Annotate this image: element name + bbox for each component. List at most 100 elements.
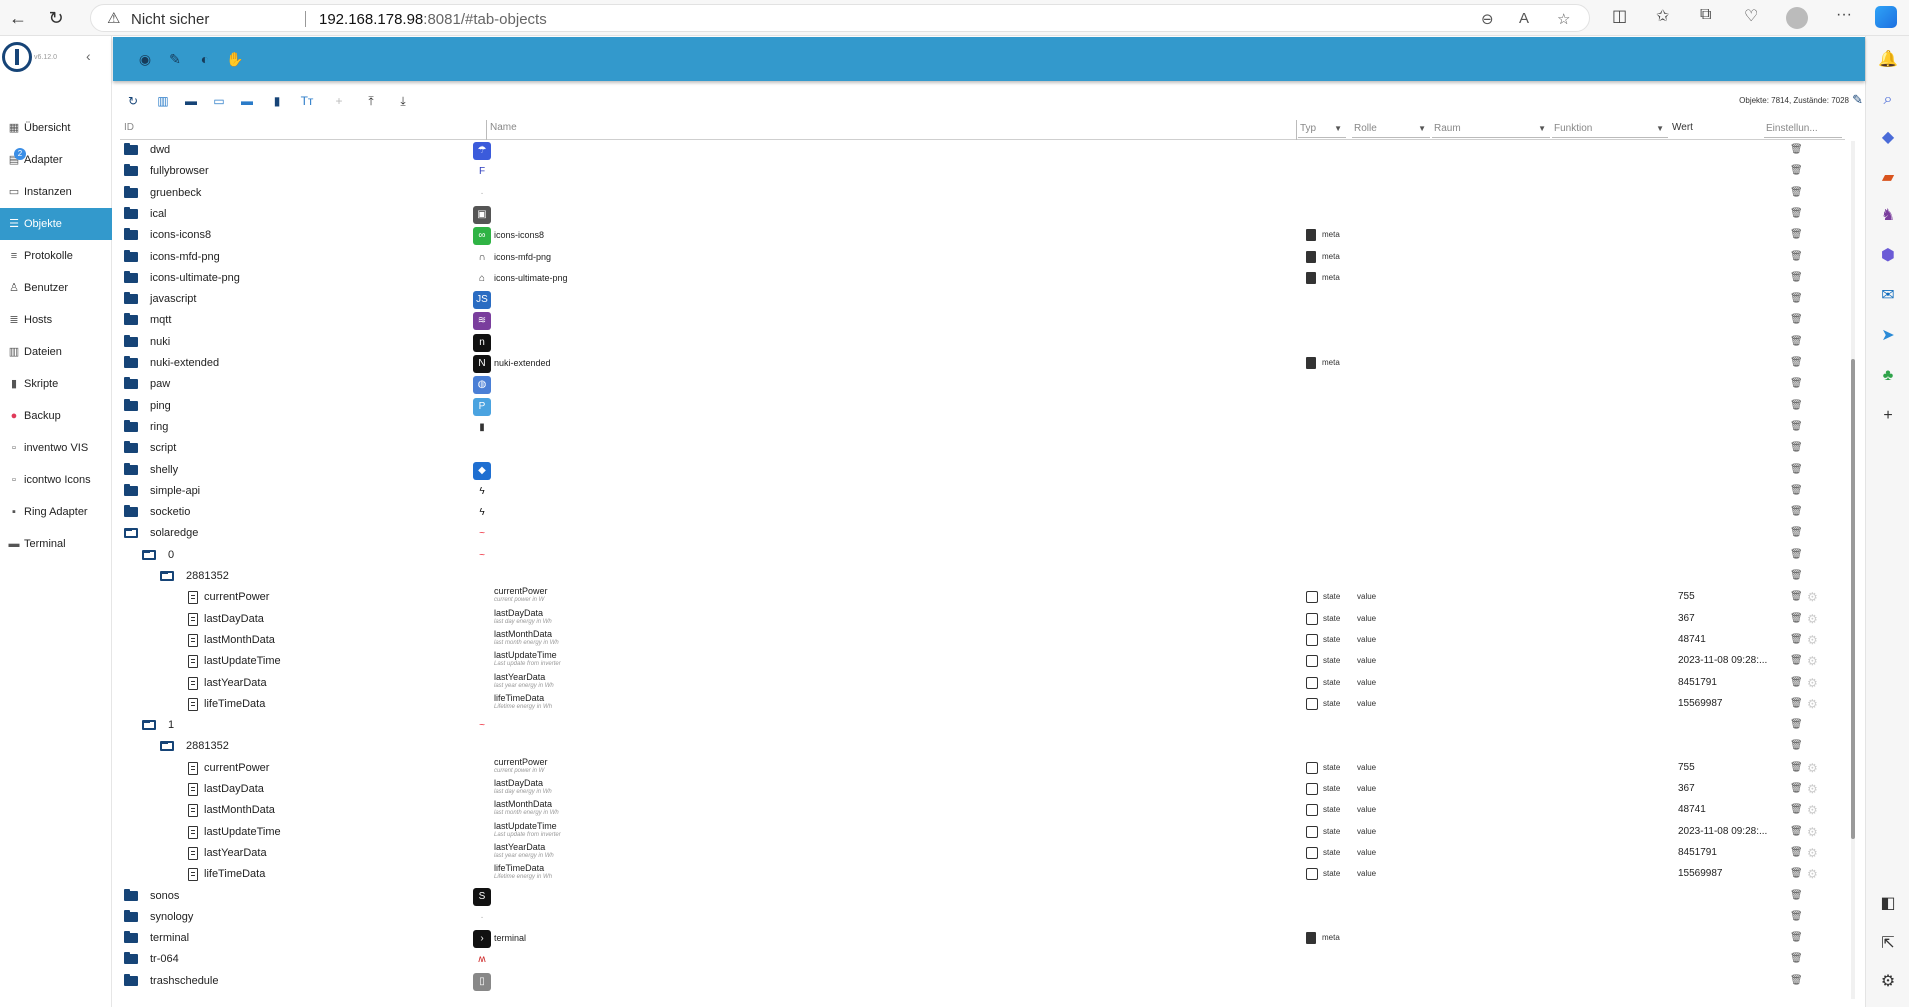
delete-icon[interactable]: 🗑 [1790,655,1803,667]
delete-icon[interactable]: 🗑 [1790,293,1803,305]
refresh-icon[interactable]: ↻ [124,92,142,110]
object-value[interactable]: 8451791 [1678,677,1717,688]
nav-item-benutzer[interactable]: ♙ Benutzer [0,272,112,304]
object-value[interactable]: 8451791 [1678,847,1717,858]
reload-icon[interactable]: ↻ [44,6,68,30]
table-row[interactable]: lastDayData lastDayData last day energy in… [120,778,1845,801]
folder-icon[interactable] [124,356,138,368]
object-value[interactable]: 48741 [1678,804,1706,815]
delete-icon[interactable]: 🗑 [1790,868,1803,880]
delete-icon[interactable]: 🗑 [1790,378,1803,390]
address-bar[interactable]: ⚠ Nicht sicher 192.168.178.98:8081/#tab-… [90,4,1590,32]
text-size-icon[interactable]: Tт [298,92,316,110]
theme-icon[interactable]: ◐ [195,49,215,69]
table-row[interactable]: ring ▮ 🗑 [120,418,1845,439]
upload-icon[interactable]: ⤒ [362,92,380,110]
table-row[interactable]: script 🗑 [120,439,1845,460]
table-row[interactable]: terminal › terminal meta 🗑 [120,929,1845,950]
folder-open-icon[interactable] [142,720,156,730]
folder-icon[interactable] [124,889,138,901]
custom-settings-gear-icon[interactable]: ⚙ [1807,803,1818,817]
delete-icon[interactable]: 🗑 [1790,527,1803,539]
object-value[interactable]: 2023-11-08 09:28:... [1678,655,1767,666]
state-doc-icon[interactable] [188,847,198,860]
nav-item-icontwo-icons[interactable]: ▫ icontwo Icons [0,464,112,496]
table-row[interactable]: 1 ~ 🗑 [120,716,1845,737]
more-menu-icon[interactable]: ··· [1836,6,1852,24]
delete-icon[interactable]: 🗑 [1790,932,1803,944]
state-doc-icon[interactable] [188,677,198,690]
download-icon[interactable]: ⤓ [394,92,412,110]
delete-icon[interactable]: 🗑 [1790,783,1803,795]
collapse-sidebar-icon[interactable]: ‹ [86,48,91,64]
object-value[interactable]: 755 [1678,591,1695,602]
table-row[interactable]: icons-mfd-png ∩ icons-mfd-png meta 🗑 [120,248,1845,269]
delete-icon[interactable]: 🗑 [1790,336,1803,348]
table-row[interactable]: nuki-extended Nnuki-extended meta 🗑 [120,354,1845,375]
table-row[interactable]: synology · 🗑 [120,908,1845,929]
nav-item-protokolle[interactable]: ≡ Protokolle [0,240,112,272]
table-row[interactable]: dwd ☂ 🗑 [120,141,1845,162]
delete-icon[interactable]: 🗑 [1790,251,1803,263]
folder-open-icon[interactable] [160,741,174,751]
table-row[interactable]: 0 ~ 🗑 [120,546,1845,567]
table-row[interactable]: lifeTimeData lifeTimeData Lifetime energy … [120,863,1845,886]
state-doc-icon[interactable] [188,762,198,775]
table-row[interactable]: lastUpdateTime lastUpdateTime Last update … [120,821,1845,844]
custom-settings-gear-icon[interactable]: ⚙ [1807,761,1818,775]
folder-icon[interactable] [124,335,138,347]
delete-icon[interactable]: 🗑 [1790,740,1803,752]
custom-settings-gear-icon[interactable]: ⚙ [1807,676,1818,690]
folder-icon[interactable]: ▬ [182,92,200,110]
columns-icon[interactable]: ▥ [154,92,172,110]
delete-icon[interactable]: 🗑 [1790,485,1803,497]
delete-icon[interactable]: 🗑 [1790,719,1803,731]
nav-item-übersicht[interactable]: ▦ Übersicht [0,112,112,144]
custom-settings-gear-icon[interactable]: ⚙ [1807,633,1818,647]
toolbox-icon[interactable]: ▰ [1878,168,1898,188]
table-row[interactable]: sonos S 🗑 [120,887,1845,908]
state-doc-icon[interactable] [188,591,198,604]
folder-icon[interactable] [124,910,138,922]
folder-icon[interactable] [124,974,138,986]
folder-icon[interactable] [124,463,138,475]
folder-icon[interactable] [124,931,138,943]
table-row[interactable]: lastMonthData lastMonthData last month ene… [120,629,1845,652]
custom-settings-gear-icon[interactable]: ⚙ [1807,846,1818,860]
object-value[interactable]: 755 [1678,762,1695,773]
table-row[interactable]: lastMonthData lastMonthData last month ene… [120,799,1845,822]
table-row[interactable]: lastUpdateTime lastUpdateTime Last update … [120,650,1845,673]
folder-icon[interactable] [124,484,138,496]
delete-icon[interactable]: 🗑 [1790,613,1803,625]
folder-open-icon[interactable] [124,528,138,538]
wrench-icon[interactable]: ✎ [165,49,185,69]
folder-icon[interactable] [124,420,138,432]
table-row[interactable]: tr-064 ʍ 🗑 [120,950,1845,971]
nav-item-backup[interactable]: ● Backup [0,400,112,432]
expand-level-icon[interactable]: ▮ [268,92,286,110]
state-doc-icon[interactable] [188,698,198,711]
collapse-all-icon[interactable]: ▬ [238,92,256,110]
tree-icon[interactable]: ♣ [1878,366,1898,386]
table-row[interactable]: lifeTimeData lifeTimeData Lifetime energy … [120,693,1845,716]
nav-item-dateien[interactable]: ▥ Dateien [0,336,112,368]
column-id[interactable]: ID [124,122,134,133]
favorites-icon[interactable]: ✩ [1656,6,1669,26]
column-settings[interactable]: Einstellun... [1764,120,1842,138]
add-object-icon[interactable]: + [330,92,348,110]
profile-avatar[interactable] [1786,7,1808,29]
object-value[interactable]: 367 [1678,783,1695,794]
delete-icon[interactable]: 🗑 [1790,847,1803,859]
microsoft-365-icon[interactable]: ⬢ [1878,246,1898,266]
filter-function[interactable]: Funktion ▼ [1552,120,1668,138]
state-doc-icon[interactable] [188,655,198,668]
delete-icon[interactable]: 🗑 [1790,549,1803,561]
delete-icon[interactable]: 🗑 [1790,911,1803,923]
folder-icon[interactable] [124,228,138,240]
custom-settings-gear-icon[interactable]: ⚙ [1807,697,1818,711]
state-doc-icon[interactable] [188,613,198,626]
delete-icon[interactable]: 🗑 [1790,804,1803,816]
filter-role[interactable]: Rolle ▼ [1352,120,1430,138]
delete-icon[interactable]: 🗑 [1790,975,1803,987]
delete-icon[interactable]: 🗑 [1790,144,1803,156]
